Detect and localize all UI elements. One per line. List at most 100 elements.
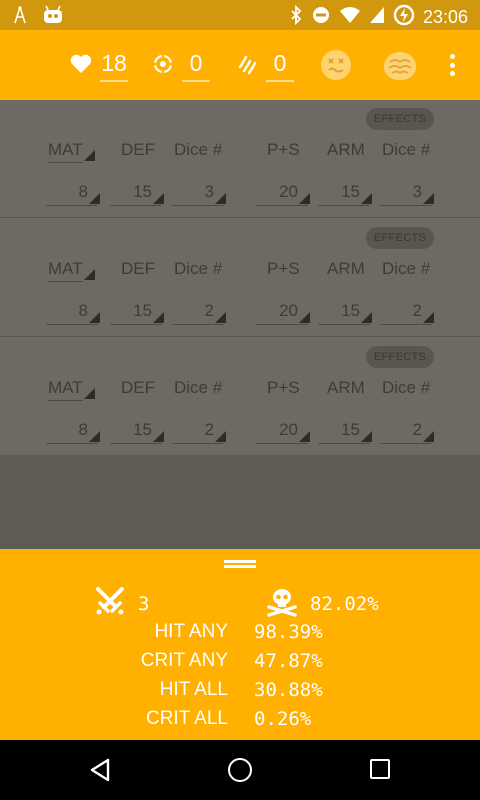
arm-header: ARM	[327, 378, 365, 397]
do-not-disturb-icon	[311, 5, 331, 30]
mat-value: 8	[78, 182, 88, 201]
wifi-icon	[339, 6, 361, 29]
ps-field[interactable]: 20	[256, 301, 310, 325]
health-counter[interactable]: 18	[70, 50, 128, 82]
dice-value: 2	[412, 420, 422, 439]
arm-header: ARM	[327, 140, 365, 159]
def-header: DEF	[121, 378, 155, 397]
overflow-menu-icon[interactable]	[442, 52, 462, 78]
crossed-swords-icon	[94, 585, 126, 622]
target-icon	[152, 52, 174, 80]
result-label: HIT ALL	[159, 679, 228, 700]
dead-face-icon[interactable]	[321, 50, 351, 80]
result-value: 98.39%	[254, 621, 323, 643]
dice-field[interactable]: 2	[172, 301, 226, 325]
effects-button[interactable]: EFFECTS	[366, 346, 434, 368]
dropdown-arrow-icon	[89, 312, 100, 323]
mat-field[interactable]: 8	[46, 420, 100, 444]
effects-button[interactable]: EFFECTS	[366, 227, 434, 249]
brain-icon[interactable]	[384, 52, 416, 80]
dropdown-arrow-icon	[215, 312, 226, 323]
mat-header-label: MAT	[48, 259, 83, 278]
attack-row: EFFECTS MAT DEF Dice # P+S ARM Dice # 8 …	[0, 100, 480, 218]
result-row: HIT ALL 30.88%	[0, 679, 480, 707]
back-icon[interactable]	[88, 758, 112, 787]
antenna-icon	[12, 5, 28, 30]
dice-field[interactable]: 3	[380, 182, 434, 206]
dice-value: 3	[204, 182, 214, 201]
dropdown-arrow-icon	[423, 431, 434, 442]
dice-field[interactable]: 2	[380, 301, 434, 325]
result-value: 47.87%	[254, 650, 323, 672]
ps-header: P+S	[267, 140, 300, 159]
dice-header: Dice #	[382, 140, 431, 159]
dropdown-arrow-icon	[83, 269, 95, 280]
drag-handle-icon[interactable]	[224, 560, 256, 568]
dropdown-arrow-icon	[361, 431, 372, 442]
ps-field[interactable]: 20	[256, 182, 310, 206]
dropdown-arrow-icon	[361, 312, 372, 323]
mat-field[interactable]: 8	[46, 301, 100, 325]
focus-value[interactable]: 0	[182, 50, 210, 82]
health-value[interactable]: 18	[100, 50, 128, 82]
result-label: HIT ANY	[154, 621, 228, 642]
results-panel: 3 82.02% HIT ANY 98.39% CRIT ANY 47.87% …	[0, 549, 480, 740]
dropdown-arrow-icon	[423, 193, 434, 204]
dice-field[interactable]: 2	[172, 420, 226, 444]
home-icon[interactable]	[228, 758, 252, 782]
skull-crossbones-icon	[266, 585, 298, 622]
arm-field[interactable]: 15	[318, 301, 372, 325]
def-field[interactable]: 15	[110, 301, 164, 325]
kill-chance-value: 82.02%	[310, 592, 379, 615]
arm-header: ARM	[327, 259, 365, 278]
app-toolbar: 18 0 0	[0, 30, 480, 100]
ps-header: P+S	[267, 378, 300, 397]
mat-header-label: MAT	[48, 378, 83, 397]
status-bar: 23:06	[0, 0, 480, 30]
effects-button[interactable]: EFFECTS	[366, 108, 434, 130]
ps-value: 20	[279, 301, 298, 320]
def-value: 15	[133, 420, 152, 439]
dropdown-arrow-icon	[83, 388, 95, 399]
arm-field[interactable]: 15	[318, 420, 372, 444]
focus-counter[interactable]: 0	[152, 50, 210, 82]
fury-counter[interactable]: 0	[236, 50, 294, 82]
dropdown-arrow-icon	[299, 312, 310, 323]
attack-row: EFFECTS MAT DEF Dice # P+S ARM Dice # 8 …	[0, 338, 480, 456]
attack-row: EFFECTS MAT DEF Dice # P+S ARM Dice # 8 …	[0, 219, 480, 337]
navigation-bar	[0, 740, 480, 800]
kill-chance: 82.02%	[266, 585, 379, 622]
def-value: 15	[133, 182, 152, 201]
fury-value[interactable]: 0	[266, 50, 294, 82]
mat-header[interactable]: MAT	[48, 259, 95, 282]
ps-field[interactable]: 20	[256, 420, 310, 444]
mat-header[interactable]: MAT	[48, 140, 95, 163]
arm-value: 15	[341, 301, 360, 320]
dropdown-arrow-icon	[153, 431, 164, 442]
dice-field[interactable]: 3	[172, 182, 226, 206]
arm-field[interactable]: 15	[318, 182, 372, 206]
dice-header: Dice #	[174, 259, 223, 278]
dropdown-arrow-icon	[299, 193, 310, 204]
mat-value: 8	[78, 420, 88, 439]
dice-field[interactable]: 2	[380, 420, 434, 444]
mat-header[interactable]: MAT	[48, 378, 95, 401]
dice-value: 3	[412, 182, 422, 201]
def-field[interactable]: 15	[110, 182, 164, 206]
dropdown-arrow-icon	[153, 312, 164, 323]
dropdown-arrow-icon	[361, 193, 372, 204]
mat-value: 8	[78, 301, 88, 320]
signal-icon	[369, 6, 385, 29]
arm-value: 15	[341, 182, 360, 201]
dice-header: Dice #	[174, 378, 223, 397]
dice-header: Dice #	[382, 378, 431, 397]
recent-apps-icon[interactable]	[370, 759, 390, 779]
result-row: CRIT ALL 0.26%	[0, 708, 480, 736]
empty-scrim[interactable]	[0, 455, 480, 549]
dice-value: 2	[412, 301, 422, 320]
mat-field[interactable]: 8	[46, 182, 100, 206]
result-label: CRIT ALL	[145, 708, 228, 729]
claw-icon	[236, 53, 258, 80]
def-header: DEF	[121, 259, 155, 278]
def-field[interactable]: 15	[110, 420, 164, 444]
